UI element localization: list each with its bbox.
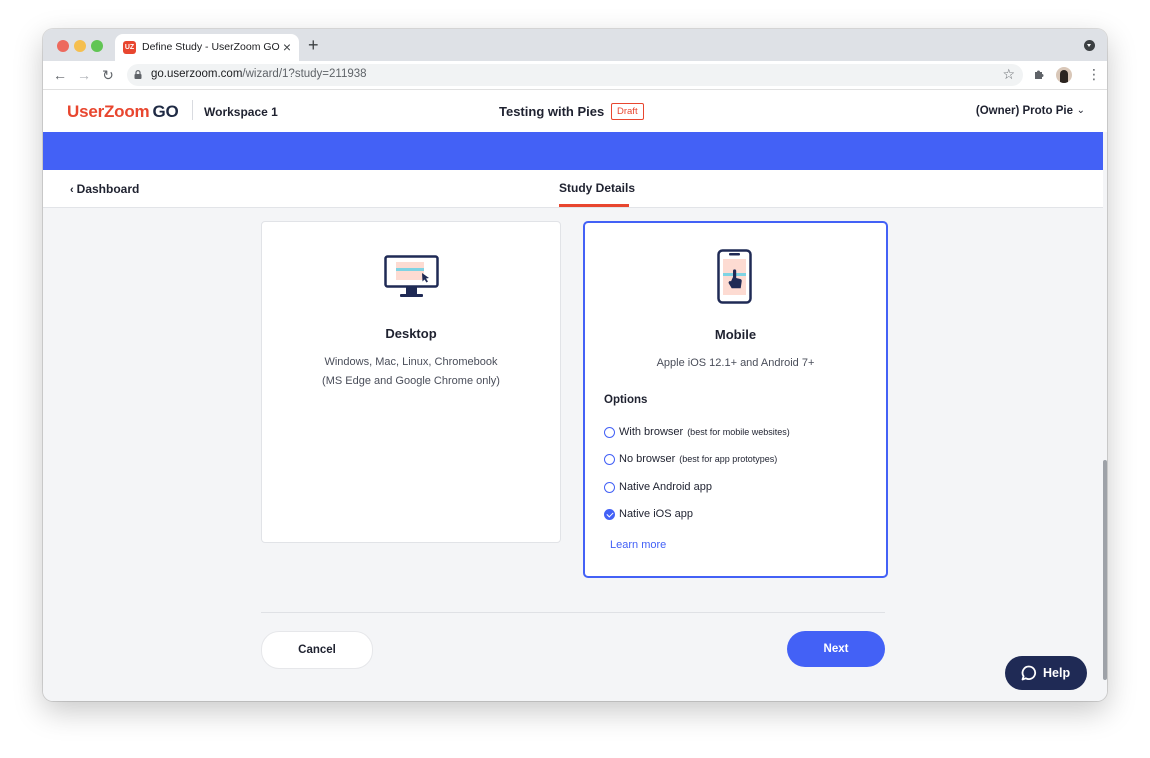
header-divider <box>192 100 193 120</box>
blue-banner <box>43 132 1103 170</box>
option-no-browser[interactable]: No browser (best for app prototypes) <box>604 451 777 467</box>
more-menu-icon[interactable]: ⋮ <box>1087 65 1101 83</box>
radio-with-browser[interactable] <box>604 426 615 438</box>
tab-search-icon[interactable] <box>1084 40 1095 51</box>
active-tab-indicator <box>559 204 629 207</box>
sub-navigation: ‹ Dashboard Study Details <box>43 170 1103 208</box>
chevron-down-icon[interactable]: ⌄ <box>1077 105 1085 116</box>
option-label: Native Android app <box>619 481 712 493</box>
page-scrollbar[interactable] <box>1103 460 1107 680</box>
bookmark-star-icon[interactable]: ☆ <box>1002 66 1015 83</box>
study-title: Testing with Pies <box>499 104 605 119</box>
url-text: go.userzoom.com/wizard/1?study=211938 <box>151 68 367 80</box>
cancel-button[interactable]: Cancel <box>261 631 373 669</box>
page-content: UserZoom GO Workspace 1 Testing with Pies… <box>43 90 1107 701</box>
mobile-card-description: Apple iOS 12.1+ and Android 7+ <box>656 357 815 369</box>
desktop-card-description: Windows, Mac, Linux, Chromebook (MS Edge… <box>322 356 500 387</box>
owner-menu[interactable]: (Owner) Proto Pie <box>976 105 1073 117</box>
options-label: Options <box>604 394 648 406</box>
learn-more-link[interactable]: Learn more <box>610 539 666 551</box>
help-button[interactable]: Help <box>1005 656 1087 690</box>
mobile-phone-icon <box>717 249 752 304</box>
radio-native-ios[interactable] <box>604 508 615 520</box>
userzoom-favicon-icon: UZ <box>123 41 136 54</box>
option-note: (best for app prototypes) <box>679 454 778 464</box>
radio-no-browser[interactable] <box>604 453 615 465</box>
browser-tab[interactable]: UZ Define Study - UserZoom GO × <box>115 34 299 61</box>
profile-avatar[interactable] <box>1056 67 1072 83</box>
option-note: (best for mobile websites) <box>687 427 790 437</box>
mobile-card-title: Mobile <box>714 327 757 342</box>
minimize-window-button[interactable] <box>74 40 86 52</box>
status-badge: Draft <box>611 103 644 120</box>
reload-icon[interactable]: ↻ <box>99 66 117 84</box>
desktop-device-card[interactable]: Desktop Windows, Mac, Linux, Chromebook … <box>261 221 561 543</box>
tab-close-icon[interactable]: × <box>283 39 291 55</box>
maximize-window-button[interactable] <box>91 40 103 52</box>
new-tab-icon[interactable]: + <box>308 36 319 54</box>
option-label: Native iOS app <box>619 508 693 520</box>
tab-title: Define Study - UserZoom GO <box>142 41 280 53</box>
lock-icon <box>134 70 142 79</box>
forward-arrow-icon[interactable]: → <box>75 66 93 84</box>
tab-strip: UZ Define Study - UserZoom GO × + <box>43 29 1107 61</box>
option-native-ios[interactable]: Native iOS app <box>604 506 693 522</box>
chevron-left-icon: ‹ <box>70 184 74 196</box>
radio-native-android[interactable] <box>604 481 615 493</box>
footer-divider <box>261 612 885 613</box>
mobile-device-card[interactable]: Mobile Apple iOS 12.1+ and Android 7+ Op… <box>583 221 888 578</box>
extensions-puzzle-icon[interactable] <box>1033 67 1047 81</box>
help-label: Help <box>1043 666 1071 680</box>
userzoom-logo[interactable]: UserZoom GO <box>67 102 179 122</box>
desktop-card-title: Desktop <box>385 326 437 341</box>
back-to-dashboard-link[interactable]: ‹ Dashboard <box>70 182 139 196</box>
browser-window: UZ Define Study - UserZoom GO × + ← → ↻ … <box>43 29 1107 701</box>
option-label: With browser <box>619 426 684 438</box>
option-native-android[interactable]: Native Android app <box>604 479 712 495</box>
next-button[interactable]: Next <box>787 631 885 667</box>
app-header: UserZoom GO Workspace 1 Testing with Pies… <box>43 90 1107 132</box>
option-label: No browser <box>619 453 676 465</box>
address-bar[interactable]: go.userzoom.com/wizard/1?study=211938 ☆ <box>127 64 1023 86</box>
close-window-button[interactable] <box>57 40 69 52</box>
workspace-name: Workspace 1 <box>204 105 278 119</box>
back-arrow-icon[interactable]: ← <box>51 66 69 84</box>
browser-toolbar: ← → ↻ go.userzoom.com/wizard/1?study=211… <box>43 61 1107 90</box>
option-with-browser[interactable]: With browser (best for mobile websites) <box>604 424 790 440</box>
tab-study-details[interactable]: Study Details <box>559 181 635 195</box>
desktop-monitor-icon <box>384 255 439 297</box>
chat-bubble-icon <box>1021 665 1037 681</box>
